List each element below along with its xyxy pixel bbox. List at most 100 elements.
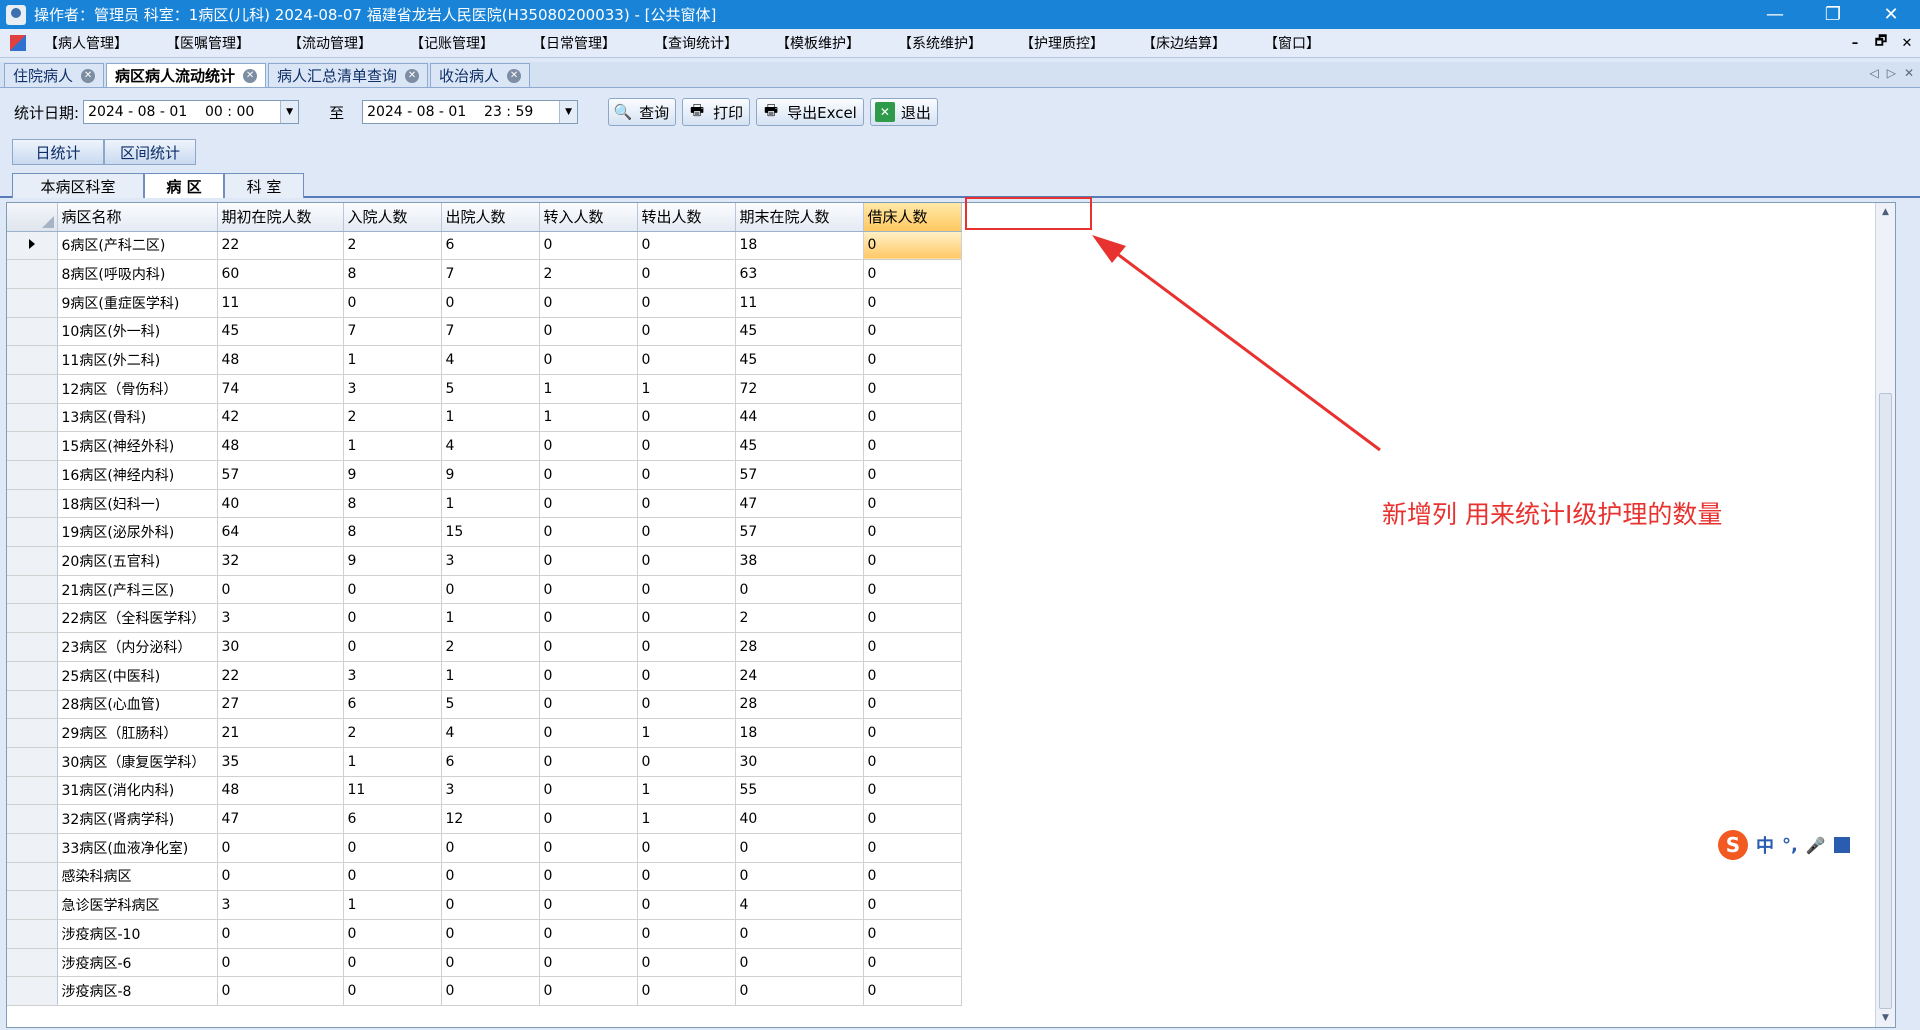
tab-next-icon[interactable]: ▷ — [1887, 66, 1896, 80]
table-cell[interactable]: 48 — [217, 776, 344, 806]
table-cell[interactable]: 3 — [441, 776, 540, 806]
table-cell[interactable]: 0 — [343, 575, 442, 605]
close-tab-icon[interactable]: ✕ — [243, 68, 258, 83]
ime-punctuation-toggle[interactable]: °, — [1782, 835, 1798, 856]
table-cell[interactable]: 0 — [539, 976, 638, 1007]
table-cell[interactable]: 24 — [735, 661, 864, 691]
table-cell[interactable]: 0 — [539, 862, 638, 892]
table-cell[interactable]: 0 — [863, 833, 962, 863]
table-cell[interactable]: 7 — [441, 317, 540, 347]
statistics-grid[interactable]: 病区名称 期初在院人数 入院人数 出院人数 转入人数 转出人数 期末在院人数 借… — [6, 202, 1896, 1028]
table-cell[interactable]: 0 — [637, 661, 736, 691]
mdi-restore-button[interactable]: 🗗 — [1868, 32, 1894, 54]
table-cell[interactable]: 1 — [343, 431, 442, 461]
table-cell[interactable]: 0 — [637, 546, 736, 576]
column-header[interactable]: 入院人数 — [343, 203, 442, 232]
table-cell[interactable]: 0 — [539, 747, 638, 777]
table-cell[interactable]: 57 — [735, 460, 864, 490]
table-cell[interactable]: 0 — [863, 948, 962, 978]
table-cell[interactable]: 1 — [343, 890, 442, 920]
row-header[interactable] — [7, 374, 58, 404]
table-cell[interactable]: 0 — [539, 345, 638, 375]
mdi-window-icon[interactable] — [10, 35, 26, 51]
table-cell[interactable]: 1 — [539, 403, 638, 433]
table-cell[interactable]: 64 — [217, 517, 344, 548]
table-row[interactable]: 30病区（康复医学科） 35 1 6 0 0 30 0 — [7, 747, 962, 777]
ime-menu-icon[interactable] — [1833, 837, 1850, 853]
table-cell[interactable]: 0 — [217, 919, 344, 949]
table-cell[interactable]: 6 — [441, 747, 540, 777]
column-header[interactable]: 转出人数 — [637, 203, 736, 232]
sogou-ime-logo[interactable]: S — [1718, 830, 1748, 860]
table-cell[interactable]: 4 — [441, 431, 540, 461]
table-cell[interactable]: 0 — [539, 661, 638, 691]
table-cell[interactable]: 0 — [539, 431, 638, 461]
table-cell[interactable]: 0 — [637, 489, 736, 519]
table-cell[interactable]: 0 — [863, 690, 962, 720]
table-cell[interactable]: 0 — [539, 718, 638, 748]
table-row[interactable]: 33病区(血液净化室) 0 0 0 0 0 0 0 — [7, 833, 962, 863]
table-cell[interactable]: 45 — [735, 345, 864, 375]
table-cell[interactable]: 0 — [217, 976, 344, 1007]
table-row[interactable]: 12病区（骨伤科） 74 3 5 1 1 72 0 — [7, 374, 962, 404]
row-header[interactable] — [7, 919, 58, 949]
table-cell[interactable]: 30病区（康复医学科） — [57, 747, 218, 777]
table-cell[interactable]: 28 — [735, 632, 864, 662]
ime-language-toggle[interactable]: 中 — [1756, 832, 1774, 858]
table-cell[interactable]: 0 — [863, 517, 962, 548]
row-header[interactable] — [7, 718, 58, 748]
table-cell[interactable]: 11 — [343, 776, 442, 806]
table-cell[interactable]: 47 — [217, 804, 344, 834]
table-cell[interactable]: 40 — [735, 804, 864, 834]
tab-ward-flow-statistics[interactable]: 病区病人流动统计 ✕ — [106, 63, 267, 87]
table-cell[interactable]: 0 — [539, 948, 638, 978]
table-cell[interactable]: 28 — [735, 690, 864, 720]
table-cell[interactable]: 0 — [637, 575, 736, 605]
table-cell[interactable]: 9病区(重症医学科) — [57, 288, 218, 318]
table-cell[interactable]: 涉疫病区-6 — [57, 948, 218, 978]
table-cell[interactable]: 0 — [217, 833, 344, 863]
table-cell[interactable]: 0 — [217, 948, 344, 978]
table-cell[interactable]: 0 — [539, 833, 638, 863]
table-cell[interactable]: 0 — [637, 231, 736, 261]
tab-ward[interactable]: 病 区 — [144, 173, 224, 198]
table-row[interactable]: 15病区(神经外科) 48 1 4 0 0 45 0 — [7, 431, 962, 461]
row-header[interactable] — [7, 948, 58, 978]
table-row[interactable]: 涉疫病区-8 0 0 0 0 0 0 0 — [7, 976, 962, 1007]
row-header[interactable] — [7, 776, 58, 806]
table-cell[interactable]: 45 — [735, 431, 864, 461]
scroll-up-icon[interactable]: ▲ — [1876, 203, 1895, 221]
table-cell[interactable]: 0 — [441, 976, 540, 1007]
table-cell[interactable]: 27 — [217, 690, 344, 720]
column-header[interactable]: 借床人数 — [863, 203, 962, 232]
table-row[interactable]: 11病区(外二科) 48 1 4 0 0 45 0 — [7, 345, 962, 375]
table-cell[interactable]: 0 — [637, 517, 736, 548]
table-cell[interactable]: 0 — [863, 345, 962, 375]
table-cell[interactable]: 31病区(消化内科) — [57, 776, 218, 806]
table-cell[interactable]: 0 — [637, 460, 736, 490]
chevron-down-icon[interactable]: ▼ — [280, 101, 299, 123]
column-header[interactable]: 转入人数 — [539, 203, 638, 232]
table-cell[interactable]: 0 — [637, 690, 736, 720]
table-cell[interactable]: 18 — [735, 231, 864, 261]
scroll-down-icon[interactable]: ▼ — [1876, 1009, 1895, 1027]
exit-button[interactable]: ✕ 退出 — [869, 98, 938, 126]
table-cell[interactable]: 1 — [343, 747, 442, 777]
table-cell[interactable]: 0 — [539, 517, 638, 548]
table-cell[interactable]: 29病区（肛肠科） — [57, 718, 218, 748]
menu-bedside-settlement[interactable]: 【床边结算】 — [1142, 33, 1226, 53]
table-cell[interactable]: 0 — [441, 862, 540, 892]
table-row[interactable]: 19病区(泌尿外科) 64 8 15 0 0 57 0 — [7, 517, 962, 548]
table-cell[interactable]: 22 — [217, 661, 344, 691]
tab-close-all-icon[interactable]: ✕ — [1904, 66, 1914, 80]
table-cell[interactable]: 0 — [343, 976, 442, 1007]
table-row[interactable]: 28病区(心血管) 27 6 5 0 0 28 0 — [7, 690, 962, 720]
table-cell[interactable]: 0 — [735, 862, 864, 892]
table-cell[interactable]: 0 — [637, 403, 736, 433]
menu-order-management[interactable]: 【医嘱管理】 — [166, 33, 250, 53]
table-cell[interactable]: 0 — [863, 546, 962, 576]
table-cell[interactable]: 9 — [441, 460, 540, 490]
table-cell[interactable]: 0 — [735, 833, 864, 863]
table-cell[interactable]: 0 — [539, 317, 638, 347]
table-cell[interactable]: 0 — [637, 747, 736, 777]
